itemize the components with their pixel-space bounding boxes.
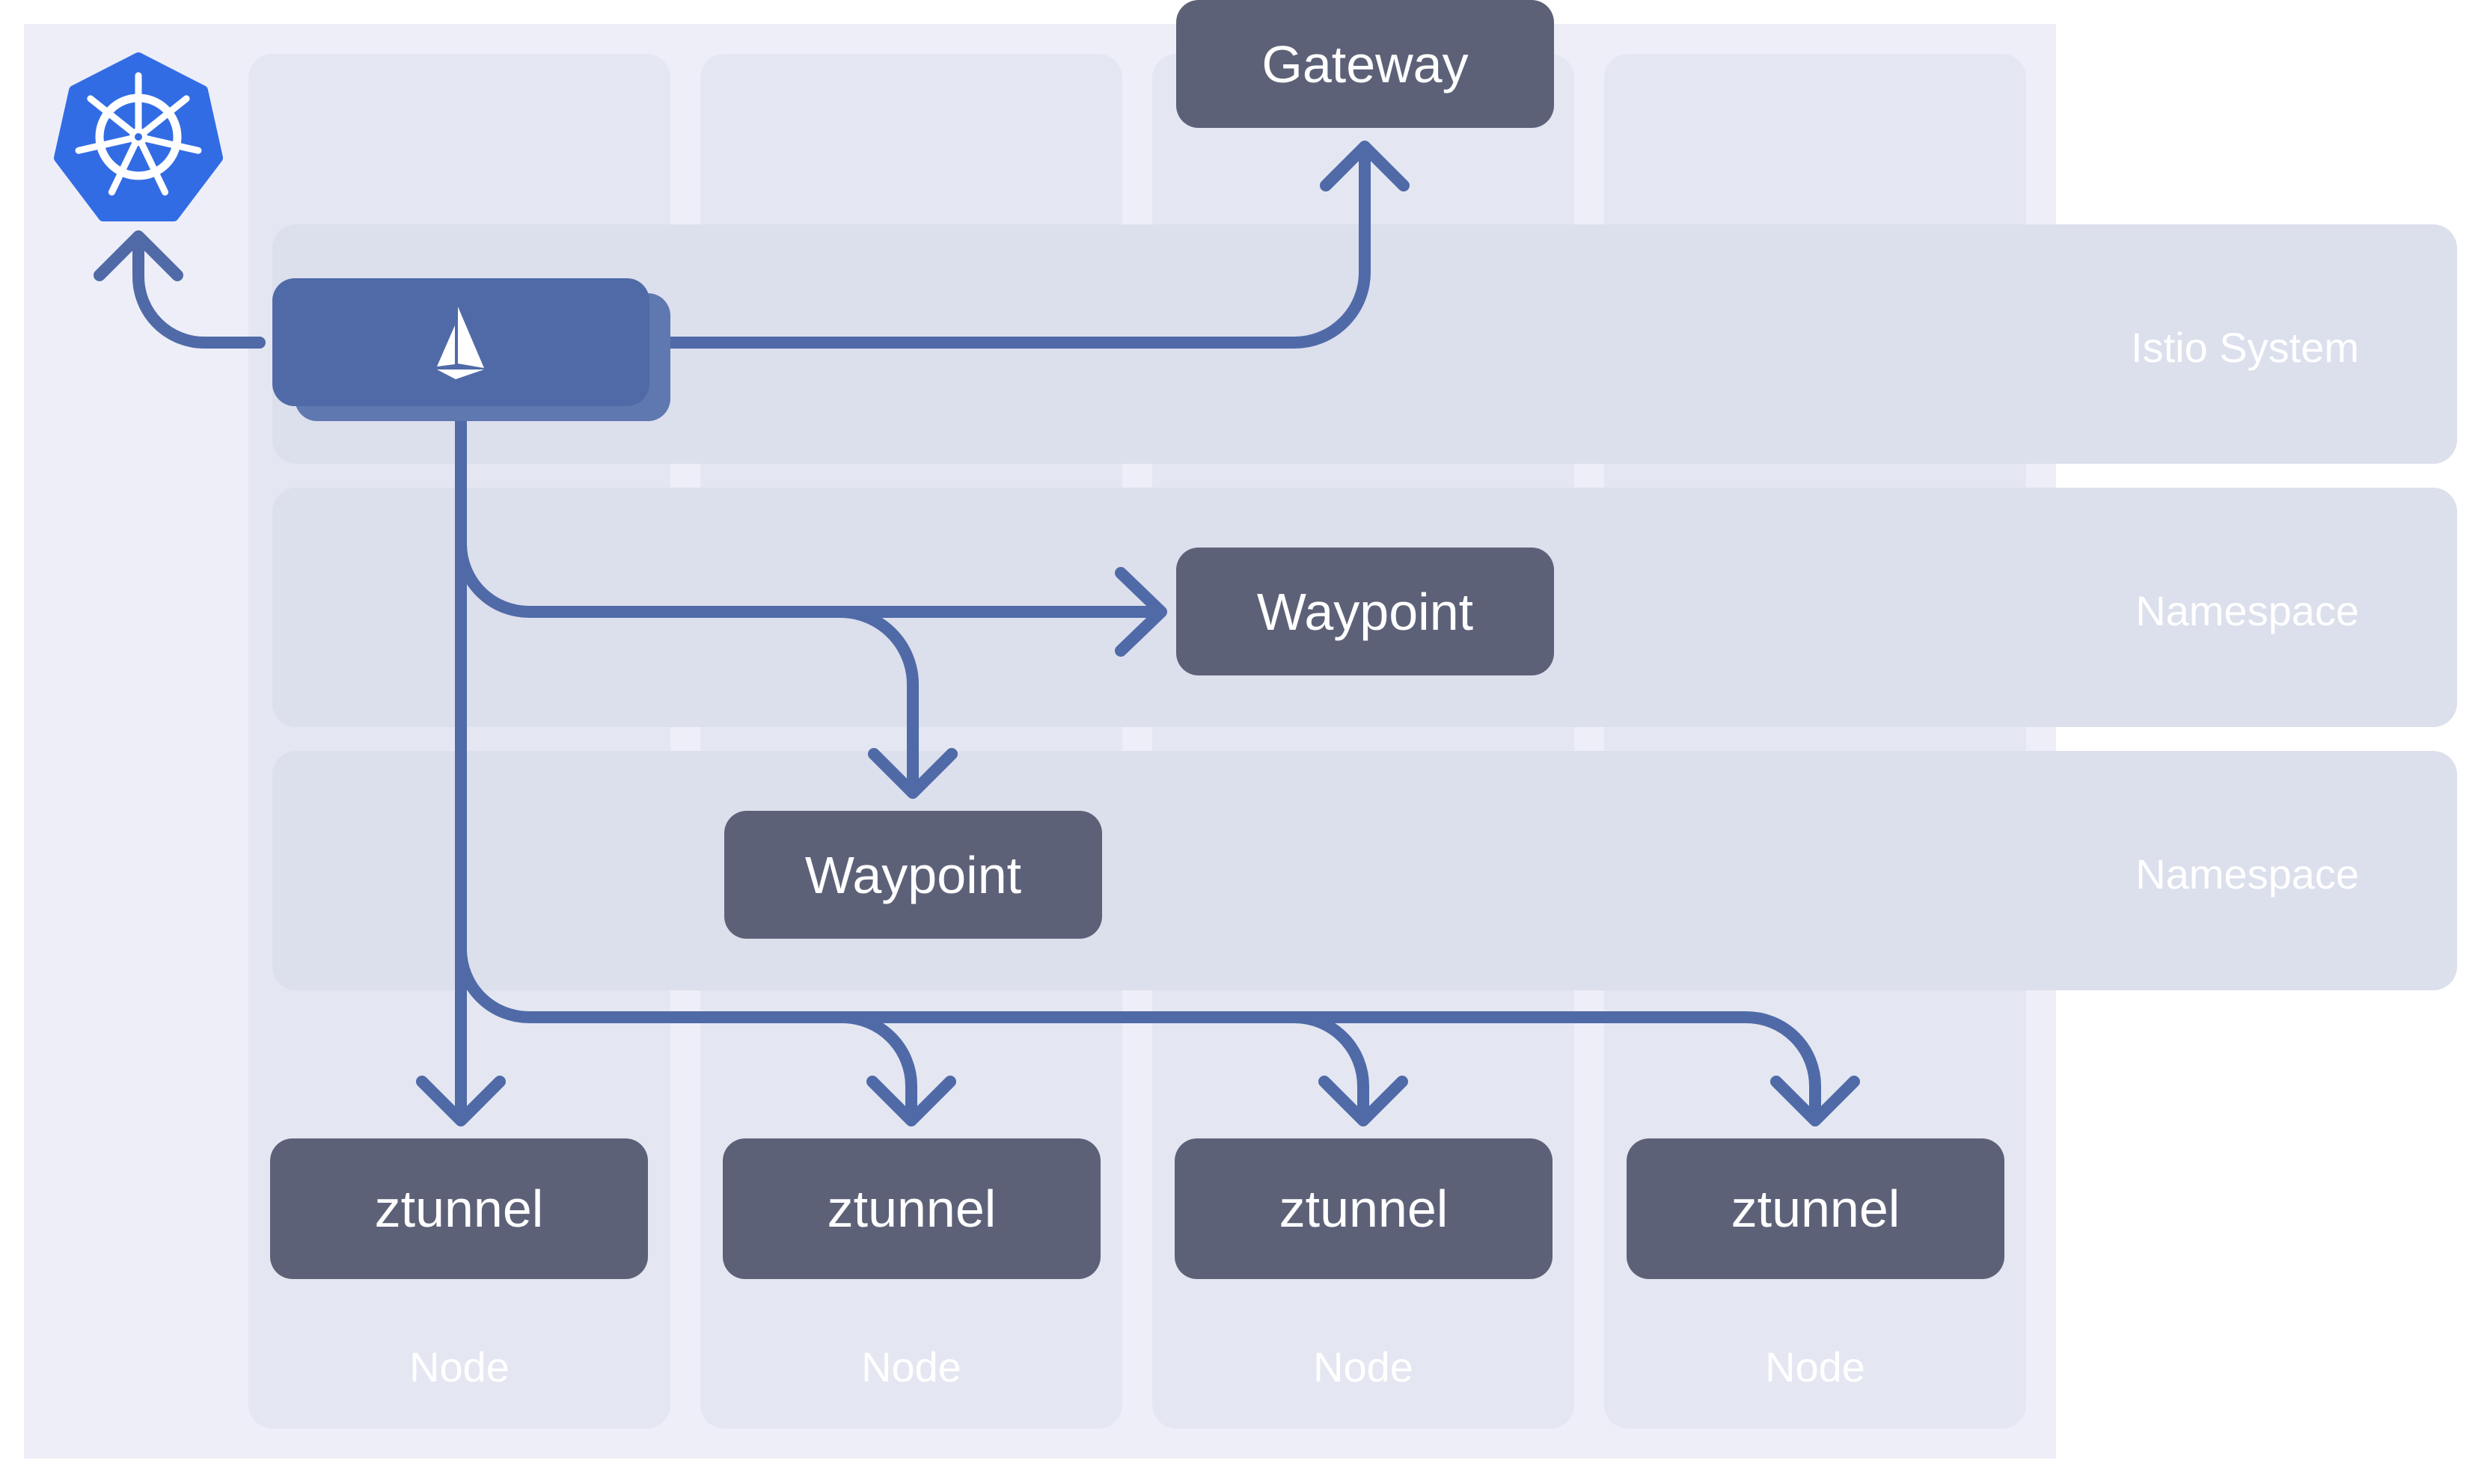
waypoint-box-2[interactable]: Waypoint xyxy=(724,811,1102,939)
ztunnel-label-1: ztunnel xyxy=(374,1180,544,1238)
ztunnel-label-2: ztunnel xyxy=(827,1180,997,1238)
waypoint-box-1[interactable]: Waypoint xyxy=(1176,548,1554,675)
ztunnel-label-3: ztunnel xyxy=(1279,1180,1449,1238)
band-namespace-2: Namespace xyxy=(272,751,2457,990)
ztunnel-box-4[interactable]: ztunnel xyxy=(1627,1138,2004,1279)
ztunnel-box-1[interactable]: ztunnel xyxy=(270,1138,648,1279)
ztunnel-box-2[interactable]: ztunnel xyxy=(723,1138,1101,1279)
band-label-istio-system: Istio System xyxy=(2131,324,2359,371)
waypoint-label-1: Waypoint xyxy=(1256,582,1474,641)
ztunnel-box-3[interactable]: ztunnel xyxy=(1175,1138,1553,1279)
waypoint-label-2: Waypoint xyxy=(804,845,1022,904)
node-label-4: Node xyxy=(1765,1343,1865,1391)
istio-sailboat-icon xyxy=(437,307,484,379)
node-label-2: Node xyxy=(861,1343,961,1391)
gateway-label: Gateway xyxy=(1261,34,1469,93)
band-label-namespace-2: Namespace xyxy=(2135,850,2359,898)
node-label-3: Node xyxy=(1313,1343,1413,1391)
ztunnel-label-4: ztunnel xyxy=(1731,1180,1900,1238)
kubernetes-helm-wheel-icon xyxy=(54,52,223,221)
node-label-1: Node xyxy=(409,1343,510,1391)
band-label-namespace-1: Namespace xyxy=(2135,587,2359,634)
gateway-box[interactable]: Gateway xyxy=(1176,0,1554,128)
